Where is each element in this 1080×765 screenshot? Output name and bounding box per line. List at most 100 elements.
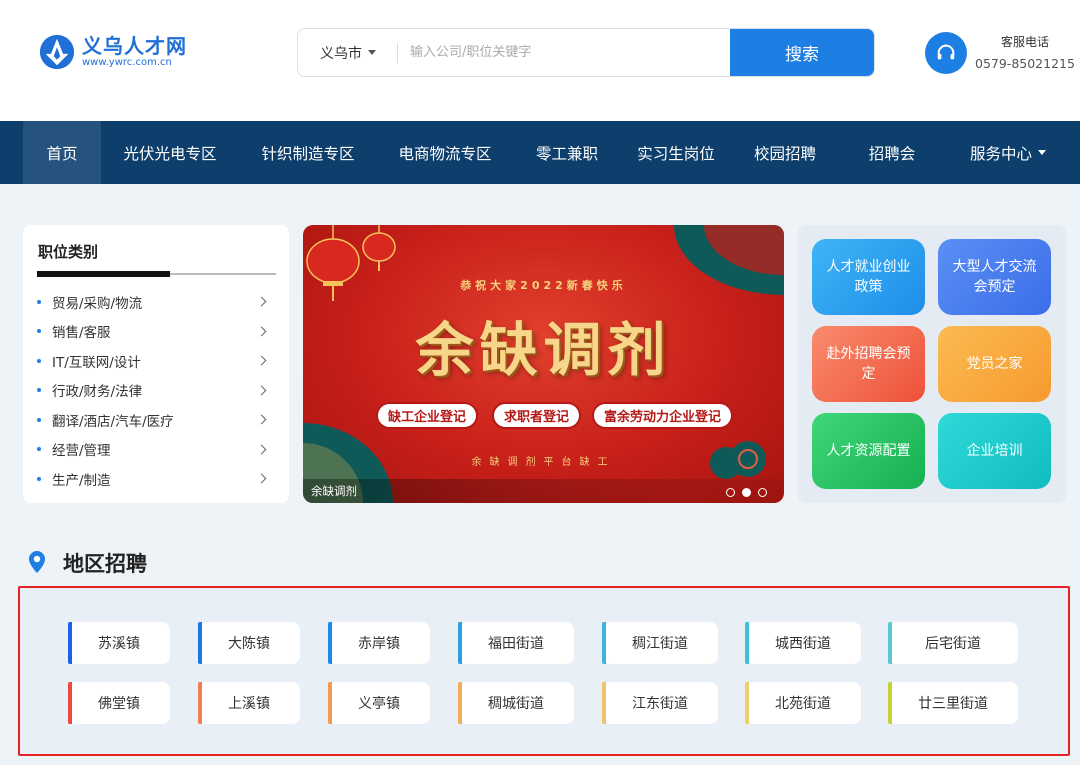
site-logo[interactable]: 义乌人才网 www.ywrc.com.cn <box>38 33 187 71</box>
region-item[interactable]: 义亭镇 <box>328 682 430 724</box>
region-color-bar <box>745 682 749 724</box>
quick-link-employment-policy[interactable]: 人才就业创业政策 <box>812 239 925 315</box>
category-item[interactable]: IT/互联网/设计 <box>37 346 275 376</box>
category-item[interactable]: 行政/财务/法律 <box>37 376 275 406</box>
region-color-bar <box>198 622 202 664</box>
region-item[interactable]: 赤岸镇 <box>328 622 430 664</box>
region-item[interactable]: 大陈镇 <box>198 622 300 664</box>
quick-link-party-home[interactable]: 党员之家 <box>938 326 1051 402</box>
region-color-bar <box>745 622 749 664</box>
quick-link-label: 人才资源配置 <box>826 443 911 459</box>
carousel-dot[interactable] <box>758 488 767 497</box>
chevron-right-icon <box>256 444 267 455</box>
banner-headline: 余缺调剂 <box>415 316 672 384</box>
city-select-label: 义乌市 <box>320 45 362 62</box>
job-category-card: 职位类别 贸易/采购/物流 销售/客服 IT/互联网/设计 行政/财务/法律 翻… <box>23 225 289 503</box>
region-item[interactable]: 佛堂镇 <box>68 682 170 724</box>
quick-link-label: 人才就业创业政策 <box>826 259 911 295</box>
city-select[interactable]: 义乌市 <box>298 29 398 76</box>
search-bar: 义乌市 搜索 <box>297 28 875 77</box>
logo-url: www.ywrc.com.cn <box>82 57 172 68</box>
chevron-right-icon <box>256 296 267 307</box>
region-color-bar <box>458 622 462 664</box>
nav-item-campus[interactable]: 校园招聘 <box>740 121 830 184</box>
region-item[interactable]: 稠城街道 <box>458 682 574 724</box>
category-label: 销售/客服 <box>52 325 111 342</box>
category-label: 生产/制造 <box>52 472 111 489</box>
banner-greeting: 恭祝大家2022新春快乐 <box>460 279 627 292</box>
chevron-right-icon <box>256 355 267 366</box>
nav-label: 电商物流专区 <box>398 144 492 163</box>
chevron-right-icon <box>256 414 267 425</box>
quick-link-enterprise-training[interactable]: 企业培训 <box>938 413 1051 489</box>
category-item[interactable]: 翻译/酒店/汽车/医疗 <box>37 405 275 435</box>
banner-caption: 余缺调剂 <box>303 479 784 503</box>
region-label: 福田街道 <box>488 636 544 652</box>
region-item[interactable]: 稠江街道 <box>602 622 718 664</box>
logo-name: 义乌人才网 <box>82 34 187 58</box>
region-item[interactable]: 北苑街道 <box>745 682 861 724</box>
nav-label: 校园招聘 <box>753 144 816 163</box>
region-item[interactable]: 江东街道 <box>602 682 718 724</box>
job-category-title: 职位类别 <box>38 243 99 261</box>
bullet-icon <box>37 417 41 422</box>
category-label: 行政/财务/法律 <box>52 384 143 401</box>
category-item[interactable]: 销售/客服 <box>37 317 275 347</box>
search-button[interactable]: 搜索 <box>730 29 874 76</box>
region-item[interactable]: 苏溪镇 <box>68 622 170 664</box>
region-list: 苏溪镇 大陈镇 赤岸镇 福田街道 稠江街道 城西街道 后宅街道 佛堂镇 上溪镇 … <box>18 586 1070 756</box>
region-item[interactable]: 廿三里街道 <box>888 682 1018 724</box>
region-label: 大陈镇 <box>228 636 270 652</box>
category-label: IT/互联网/设计 <box>52 354 141 371</box>
quick-link-label: 党员之家 <box>966 356 1023 372</box>
nav-item-ecommerce[interactable]: 电商物流专区 <box>383 121 507 184</box>
quick-link-label: 大型人才交流会预定 <box>952 259 1037 295</box>
region-label: 江东街道 <box>632 696 688 712</box>
nav-item-internship[interactable]: 实习生岗位 <box>628 121 724 184</box>
bullet-icon <box>37 447 41 452</box>
promo-banner[interactable]: 恭祝大家2022新春快乐 余缺调剂 缺工企业登记 求职者登记 富余劳动力企业登记… <box>303 225 784 503</box>
customer-service: 客服电话 0579-85021215 <box>925 32 1075 74</box>
nav-label: 服务中心 <box>969 144 1032 163</box>
search-input[interactable] <box>410 29 730 76</box>
carousel-dot-active[interactable] <box>742 488 751 497</box>
bullet-icon <box>37 358 41 363</box>
region-color-bar <box>68 682 72 724</box>
quick-link-talent-fair[interactable]: 大型人才交流会预定 <box>938 239 1051 315</box>
region-item[interactable]: 后宅街道 <box>888 622 1018 664</box>
nav-item-knitting[interactable]: 针织制造专区 <box>246 121 370 184</box>
category-item[interactable]: 贸易/采购/物流 <box>37 287 275 317</box>
quick-link-label: 赴外招聘会预定 <box>826 346 911 382</box>
nav-item-service-center[interactable]: 服务中心 <box>956 121 1060 184</box>
main-nav: 首页 光伏光电专区 针织制造专区 电商物流专区 零工兼职 实习生岗位 校园招聘 … <box>0 121 1080 184</box>
nav-item-jobfair[interactable]: 招聘会 <box>852 121 932 184</box>
carousel-dot[interactable] <box>726 488 735 497</box>
logo-icon <box>39 34 75 70</box>
headset-icon <box>925 32 967 74</box>
region-item[interactable]: 上溪镇 <box>198 682 300 724</box>
lantern-icon <box>306 225 396 301</box>
banner-button-surplus-labor-register[interactable]: 富余劳动力企业登记 <box>592 402 734 429</box>
region-item[interactable]: 福田街道 <box>458 622 574 664</box>
bullet-icon <box>37 299 41 304</box>
location-pin-icon <box>29 551 45 573</box>
region-label: 城西街道 <box>775 636 831 652</box>
region-label: 义亭镇 <box>358 696 400 712</box>
region-color-bar <box>458 682 462 724</box>
category-item[interactable]: 生产/制造 <box>37 464 275 494</box>
nav-item-photovoltaic[interactable]: 光伏光电专区 <box>108 121 232 184</box>
region-section-header: 地区招聘 <box>27 548 147 578</box>
nav-item-home[interactable]: 首页 <box>23 121 101 184</box>
nav-item-parttime[interactable]: 零工兼职 <box>522 121 612 184</box>
chevron-down-icon <box>1038 150 1046 155</box>
banner-button-employer-register[interactable]: 缺工企业登记 <box>376 402 479 429</box>
quick-link-outside-recruit[interactable]: 赴外招聘会预定 <box>812 326 925 402</box>
banner-button-jobseeker-register[interactable]: 求职者登记 <box>492 402 582 429</box>
region-color-bar <box>328 682 332 724</box>
service-phone: 0579-85021215 <box>975 55 1075 71</box>
region-color-bar <box>68 622 72 664</box>
category-item[interactable]: 经营/管理 <box>37 435 275 465</box>
region-item[interactable]: 城西街道 <box>745 622 861 664</box>
quick-link-talent-allocation[interactable]: 人才资源配置 <box>812 413 925 489</box>
region-label: 赤岸镇 <box>358 636 400 652</box>
